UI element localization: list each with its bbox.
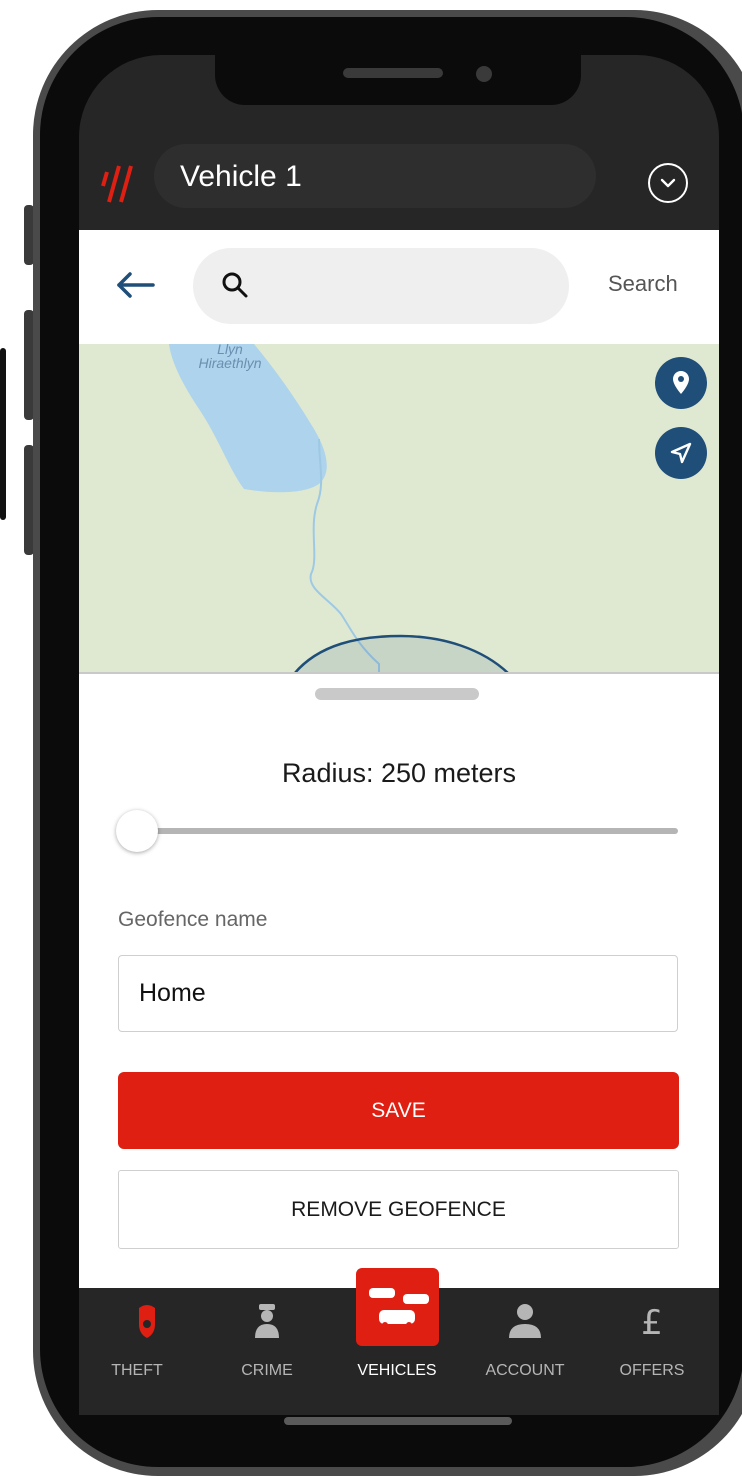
map-pin-icon xyxy=(673,371,689,394)
map-lake-label-line2: Hiraethlyn xyxy=(198,355,262,371)
search-input[interactable] xyxy=(255,262,559,310)
chevron-down-icon xyxy=(660,178,676,188)
cars-icon xyxy=(369,1288,429,1328)
map-lake-label: Llyn Hiraethlyn xyxy=(180,342,280,370)
map-lake-label-line1: Llyn xyxy=(217,341,243,357)
notch xyxy=(215,55,581,105)
vehicle-dropdown-button[interactable] xyxy=(648,163,688,203)
tab-account[interactable] xyxy=(475,1300,575,1344)
remove-geofence-button[interactable]: REMOVE GEOFENCE xyxy=(118,1170,679,1249)
tab-vehicles[interactable] xyxy=(347,1280,447,1344)
save-button[interactable]: SAVE xyxy=(118,1072,679,1149)
person-icon xyxy=(509,1304,541,1338)
back-arrow-icon[interactable] xyxy=(113,268,157,306)
tab-offers[interactable]: £ xyxy=(602,1300,702,1344)
police-badge-icon xyxy=(139,1305,155,1338)
tab-label-account: ACCOUNT xyxy=(485,1362,565,1379)
search-icon xyxy=(221,271,249,303)
tab-label-theft: THEFT xyxy=(111,1362,163,1379)
side-bracket xyxy=(0,348,6,520)
radius-slider-thumb[interactable] xyxy=(116,810,158,852)
vehicle-name: Vehicle 1 xyxy=(180,160,302,193)
locate-me-button[interactable] xyxy=(655,427,707,479)
tab-label-offers: OFFERS xyxy=(619,1362,685,1379)
speaker xyxy=(343,68,443,78)
search-button[interactable]: Search xyxy=(608,271,678,297)
geofence-name-field[interactable] xyxy=(118,955,678,1032)
tab-theft[interactable] xyxy=(97,1300,197,1344)
navigation-arrow-icon xyxy=(670,442,692,464)
sheet-drag-handle[interactable] xyxy=(315,688,479,700)
geofence-name-label: Geofence name xyxy=(118,908,268,931)
tab-label-crime: CRIME xyxy=(241,1362,293,1379)
radius-label: Radius: 250 meters xyxy=(281,758,517,788)
police-officer-icon xyxy=(255,1304,279,1338)
map-view[interactable] xyxy=(79,344,719,674)
home-indicator xyxy=(284,1417,512,1425)
radius-slider-track[interactable] xyxy=(140,828,678,834)
tab-crime[interactable] xyxy=(217,1300,317,1344)
tab-label-vehicles: VEHICLES xyxy=(357,1362,437,1379)
front-camera xyxy=(476,66,492,82)
pound-icon: £ xyxy=(641,1303,663,1343)
brand-logo-icon xyxy=(95,162,145,212)
drop-pin-button[interactable] xyxy=(655,357,707,409)
map-canvas xyxy=(169,344,511,674)
svg-text:£: £ xyxy=(641,1303,663,1340)
